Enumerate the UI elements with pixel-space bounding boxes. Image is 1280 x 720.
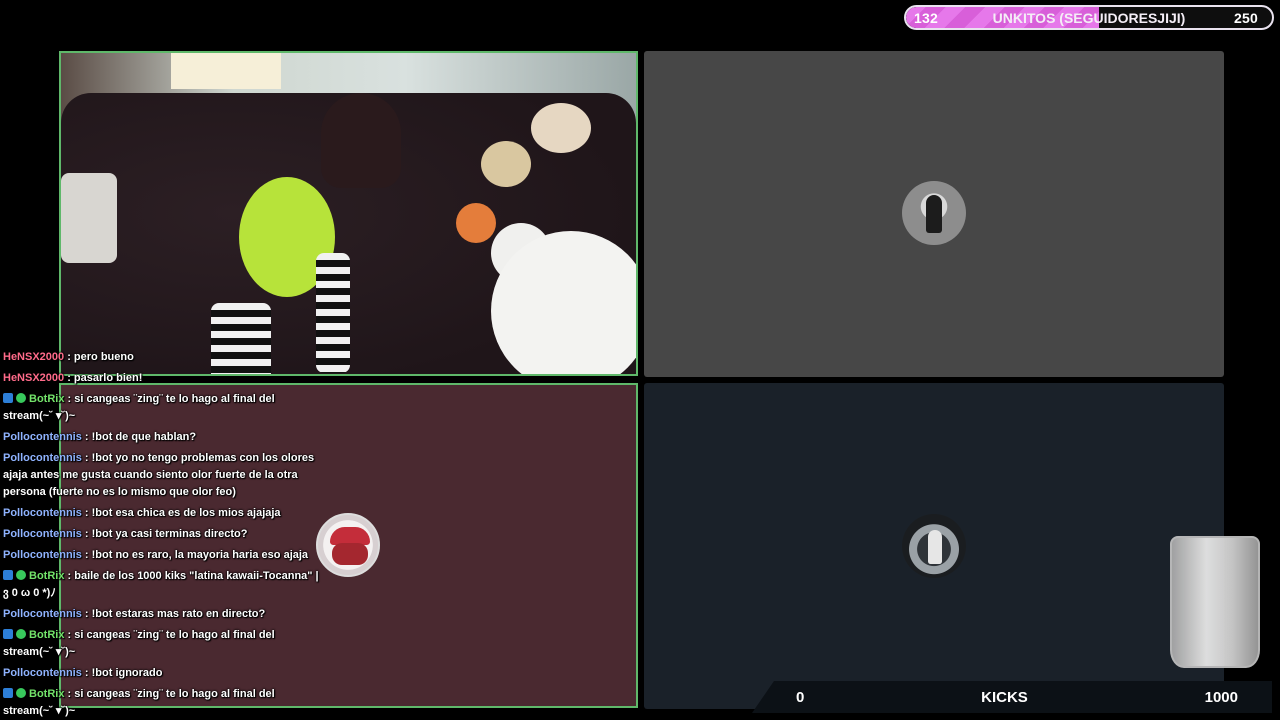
kicks-label: KICKS (981, 688, 1028, 706)
chat-text: : !bot ya casi terminas directo? (81, 528, 248, 540)
guest-avatar-2 (316, 513, 380, 577)
chat-username[interactable]: Pollocontennis (3, 431, 82, 443)
streamer-camera-tile (59, 51, 638, 376)
chat-username[interactable]: Pollocontennis (3, 452, 82, 464)
kicks-goal-bar: 0 KICKS 1000 (752, 681, 1272, 713)
check-badge-icon (16, 688, 26, 698)
chat-username[interactable]: BotRix (29, 629, 64, 641)
chat-overlay: HeNSX2000 : pero bueno HeNSX2000 : pasarl… (3, 349, 323, 720)
bot-badge-icon (3, 688, 13, 698)
chat-message: Pollocontennis : !bot yo no tengo proble… (3, 450, 323, 501)
chat-username[interactable]: Pollocontennis (3, 667, 82, 679)
chat-text: : !bot de que hablan? (81, 431, 197, 443)
glass-cup-widget (1170, 536, 1260, 668)
chat-username[interactable]: Pollocontennis (3, 507, 82, 519)
chat-message: HeNSX2000 : pero bueno (3, 349, 323, 366)
window-light (171, 53, 281, 89)
chat-text: : !bot estaras mas rato en directo? (81, 608, 266, 620)
chat-username[interactable]: HeNSX2000 (3, 372, 64, 384)
chat-username[interactable]: Pollocontennis (3, 528, 82, 540)
chat-text: : !bot ignorado (81, 667, 163, 679)
chat-message: BotRix : si cangeas ¨zing¨ te lo hago al… (3, 627, 323, 661)
chat-username[interactable]: HeNSX2000 (3, 351, 64, 363)
check-badge-icon (16, 393, 26, 403)
chat-message: BotRix : si cangeas ¨zing¨ te lo hago al… (3, 686, 323, 720)
chat-username[interactable]: BotRix (29, 393, 64, 405)
chat-message: HeNSX2000 : pasarlo bien! (3, 370, 323, 387)
bot-badge-icon (3, 393, 13, 403)
bot-badge-icon (3, 570, 13, 580)
check-badge-icon (16, 629, 26, 639)
bot-badge-icon (3, 629, 13, 639)
streamer-figure (321, 93, 401, 188)
follower-goal-bar: 132 250 UNKITOS (SEGUIDORESJIJI) (904, 5, 1274, 30)
chat-message: Pollocontennis : !bot esa chica es de lo… (3, 505, 323, 522)
chat-message: Pollocontennis : !bot estaras mas rato e… (3, 606, 323, 623)
goal-title: UNKITOS (SEGUIDORESJIJI) (992, 9, 1186, 26)
mascot-face-icon (332, 543, 368, 565)
chat-message: Pollocontennis : !bot no es raro, la may… (3, 547, 323, 564)
chat-text: : !bot esa chica es de los mios ajajaja (81, 507, 281, 519)
person-silhouette-icon (926, 195, 942, 233)
chat-username[interactable]: Pollocontennis (3, 608, 82, 620)
plush-toy (481, 141, 531, 187)
chat-message: Pollocontennis : !bot ignorado (3, 665, 323, 682)
kicks-target: 1000 (1204, 688, 1238, 706)
white-cushion (61, 173, 117, 263)
plush-toy (456, 203, 496, 243)
chat-username[interactable]: Pollocontennis (3, 549, 82, 561)
chat-message: BotRix : baile de los 1000 kiks "latina … (3, 568, 323, 602)
chat-text: : pasarlo bien! (64, 372, 143, 384)
plush-toy (531, 103, 591, 153)
chat-message: Pollocontennis : !bot ya casi terminas d… (3, 526, 323, 543)
guest-avatar-3 (902, 514, 966, 578)
chat-text: : pero bueno (64, 351, 134, 363)
kicks-current: 0 (796, 688, 805, 706)
chat-message: BotRix : si cangeas ¨zing¨ te lo hago al… (3, 391, 323, 425)
chat-username[interactable]: BotRix (29, 688, 64, 700)
chat-message: Pollocontennis : !bot de que hablan? (3, 429, 323, 446)
check-badge-icon (16, 570, 26, 580)
guest-avatar-1 (902, 181, 966, 245)
chat-username[interactable]: BotRix (29, 570, 64, 582)
person-silhouette-icon (928, 530, 942, 564)
chat-text: : !bot no es raro, la mayoria haria eso … (81, 549, 309, 561)
